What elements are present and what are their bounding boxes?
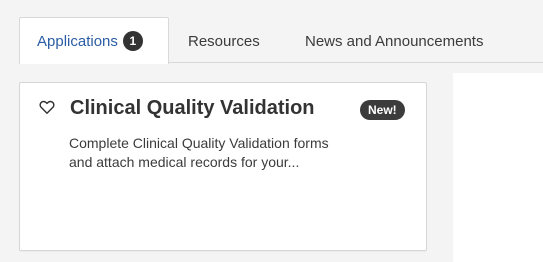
- tab-applications-label: Applications: [37, 32, 118, 50]
- applications-count-badge: 1: [122, 31, 143, 51]
- tab-bar: Applications 1 Resources News and Announ…: [0, 0, 543, 64]
- page: Applications 1 Resources News and Announ…: [0, 0, 543, 262]
- heart-outline-icon[interactable]: [39, 99, 55, 115]
- card-title[interactable]: Clinical Quality Validation: [70, 97, 315, 120]
- content-panel: [453, 73, 543, 262]
- tab-news-label: News and Announcements: [305, 32, 484, 50]
- tab-resources[interactable]: Resources: [188, 19, 260, 63]
- tab-news-and-announcements[interactable]: News and Announcements: [305, 19, 483, 63]
- new-badge: New!: [360, 100, 405, 120]
- application-card[interactable]: Clinical Quality Validation New! Complet…: [19, 82, 427, 251]
- tab-resources-label: Resources: [188, 32, 260, 50]
- tab-applications[interactable]: Applications 1: [19, 17, 169, 64]
- card-description: Complete Clinical Quality Validation for…: [69, 135, 329, 170]
